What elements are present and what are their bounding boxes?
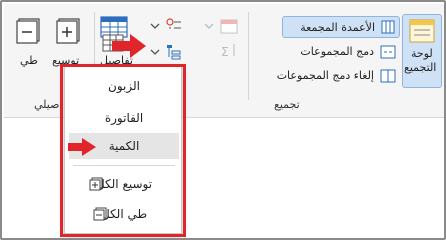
grouped-columns-label: الأعمدة المجمعة [300,21,375,34]
svg-text:Σ: Σ [221,45,229,59]
merge-groups-button[interactable]: دمج المجموعات [300,42,400,62]
grouping-panel-button[interactable]: لوحة التجميع [402,14,442,88]
collapse-button-label: طي [20,54,38,67]
calendar-icon [220,19,238,34]
unmerge-groups-label: إلغاء دمج المجموعات [276,69,374,82]
unmerge-icon [380,69,396,83]
grouped-columns-button[interactable]: الأعمدة المجمعة [282,16,400,38]
chevron-down-icon[interactable] [150,48,160,56]
tree-list-icon[interactable] [166,44,182,60]
merge-icon [380,45,396,59]
red-arrow-icon [112,34,146,58]
ribbon-separator [248,12,249,100]
grouped-columns-icon [381,20,395,34]
grouping-panel-label-1: لوحة [411,47,433,60]
group-section-label: تجميع [274,98,300,111]
grouping-panel-label-2: التجميع [404,61,437,74]
grouping-panel-icon [409,19,435,43]
unmerge-groups-button[interactable]: إلغاء دمج المجموعات [256,66,400,86]
window-frame: طي توسيع تفاصيل صيلي Σ الأعمدة المجمعة د… [0,0,446,240]
collapse-icon [16,18,40,44]
merge-groups-label: دمج المجموعات [300,45,374,58]
expand-icon [56,18,80,44]
collapse-button[interactable]: طي [12,14,46,76]
chevron-down-icon[interactable] [150,22,160,30]
chevron-down-icon [204,23,214,29]
sort-icon: Σ [221,44,235,59]
group-by-icon[interactable] [166,18,182,32]
red-arrow-icon [68,138,96,156]
group-label-partial: صيلي [34,98,60,111]
